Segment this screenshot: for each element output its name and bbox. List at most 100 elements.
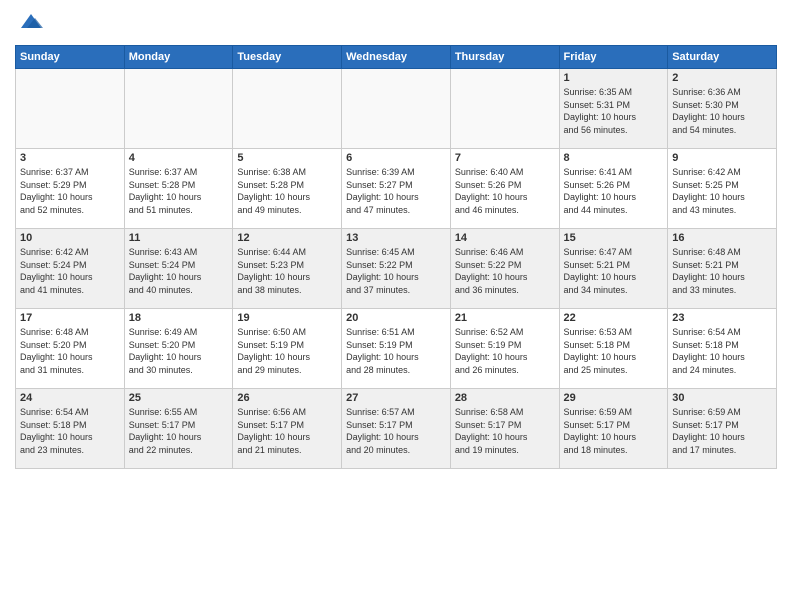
calendar-week-row: 17Sunrise: 6:48 AM Sunset: 5:20 PM Dayli… (16, 309, 777, 389)
calendar-week-row: 10 Sunrise: 6:42 AM Sunset: 5:24 PM Dayli… (16, 229, 777, 309)
day-info: Sunrise: 6:57 AM Sunset: 5:17 PM Dayligh… (346, 406, 446, 456)
day-number: 13 (346, 232, 446, 244)
calendar-table: SundayMondayTuesdayWednesdayThursdayFrid… (15, 45, 777, 469)
calendar-day-cell: 18 Sunrise: 6:49 AM Sunset: 5:20 PM Dayli… (124, 309, 233, 389)
day-info: Sunrise: 6:42 AM Sunset: 5:24 PM Dayligh… (20, 246, 120, 296)
day-info: Sunrise: 6:59 AM Sunset: 5:17 PM Dayligh… (672, 406, 772, 456)
calendar-day-cell (124, 69, 233, 149)
day-number: 20 (346, 312, 446, 324)
calendar-day-cell: 12 Sunrise: 6:44 AM Sunset: 5:23 PM Dayli… (233, 229, 342, 309)
day-info: Sunrise: 6:35 AM Sunset: 5:31 PM Dayligh… (564, 86, 664, 136)
day-number: 15 (564, 232, 664, 244)
calendar-day-cell: 9 Sunrise: 6:42 AM Sunset: 5:25 PM Daylig… (668, 149, 777, 229)
calendar-day-header: Thursday (450, 46, 559, 69)
day-number: 2 (672, 72, 772, 84)
calendar-day-cell: 23 Sunrise: 6:54 AM Sunset: 5:18 PM Dayli… (668, 309, 777, 389)
day-number: 10 (20, 232, 120, 244)
calendar-day-cell (233, 69, 342, 149)
calendar-day-cell (16, 69, 125, 149)
calendar-day-cell: 13 Sunrise: 6:45 AM Sunset: 5:22 PM Dayli… (342, 229, 451, 309)
day-info: Sunrise: 6:53 AM Sunset: 5:18 PM Dayligh… (564, 326, 664, 376)
calendar-day-cell: 1Sunrise: 6:35 AM Sunset: 5:31 PM Daylig… (559, 69, 668, 149)
day-number: 4 (129, 152, 229, 164)
calendar-day-header: Friday (559, 46, 668, 69)
day-info: Sunrise: 6:37 AM Sunset: 5:29 PM Dayligh… (20, 166, 120, 216)
day-info: Sunrise: 6:50 AM Sunset: 5:19 PM Dayligh… (237, 326, 337, 376)
calendar-week-row: 1Sunrise: 6:35 AM Sunset: 5:31 PM Daylig… (16, 69, 777, 149)
day-info: Sunrise: 6:47 AM Sunset: 5:21 PM Dayligh… (564, 246, 664, 296)
day-number: 21 (455, 312, 555, 324)
day-info: Sunrise: 6:46 AM Sunset: 5:22 PM Dayligh… (455, 246, 555, 296)
day-info: Sunrise: 6:42 AM Sunset: 5:25 PM Dayligh… (672, 166, 772, 216)
logo-icon (17, 10, 45, 32)
day-info: Sunrise: 6:54 AM Sunset: 5:18 PM Dayligh… (672, 326, 772, 376)
calendar-day-cell: 4 Sunrise: 6:37 AM Sunset: 5:28 PM Daylig… (124, 149, 233, 229)
day-number: 24 (20, 392, 120, 404)
day-info: Sunrise: 6:58 AM Sunset: 5:17 PM Dayligh… (455, 406, 555, 456)
calendar-day-cell: 29 Sunrise: 6:59 AM Sunset: 5:17 PM Dayli… (559, 389, 668, 469)
calendar-day-cell (342, 69, 451, 149)
day-number: 16 (672, 232, 772, 244)
day-info: Sunrise: 6:56 AM Sunset: 5:17 PM Dayligh… (237, 406, 337, 456)
day-number: 7 (455, 152, 555, 164)
day-info: Sunrise: 6:59 AM Sunset: 5:17 PM Dayligh… (564, 406, 664, 456)
calendar-day-header: Saturday (668, 46, 777, 69)
page: SundayMondayTuesdayWednesdayThursdayFrid… (0, 0, 792, 612)
day-number: 11 (129, 232, 229, 244)
calendar-header-row: SundayMondayTuesdayWednesdayThursdayFrid… (16, 46, 777, 69)
day-info: Sunrise: 6:41 AM Sunset: 5:26 PM Dayligh… (564, 166, 664, 216)
day-info: Sunrise: 6:37 AM Sunset: 5:28 PM Dayligh… (129, 166, 229, 216)
day-number: 30 (672, 392, 772, 404)
day-info: Sunrise: 6:52 AM Sunset: 5:19 PM Dayligh… (455, 326, 555, 376)
calendar-day-cell: 25Sunrise: 6:55 AM Sunset: 5:17 PM Dayli… (124, 389, 233, 469)
calendar-day-cell: 2 Sunrise: 6:36 AM Sunset: 5:30 PM Daylig… (668, 69, 777, 149)
day-info: Sunrise: 6:44 AM Sunset: 5:23 PM Dayligh… (237, 246, 337, 296)
day-info: Sunrise: 6:48 AM Sunset: 5:21 PM Dayligh… (672, 246, 772, 296)
day-number: 23 (672, 312, 772, 324)
calendar-day-cell: 11Sunrise: 6:43 AM Sunset: 5:24 PM Dayli… (124, 229, 233, 309)
day-number: 8 (564, 152, 664, 164)
logo-text (15, 10, 45, 37)
day-number: 9 (672, 152, 772, 164)
day-number: 27 (346, 392, 446, 404)
calendar-day-cell: 27 Sunrise: 6:57 AM Sunset: 5:17 PM Dayli… (342, 389, 451, 469)
calendar-day-cell: 8 Sunrise: 6:41 AM Sunset: 5:26 PM Daylig… (559, 149, 668, 229)
calendar-day-header: Sunday (16, 46, 125, 69)
day-number: 29 (564, 392, 664, 404)
day-number: 5 (237, 152, 337, 164)
calendar-day-cell: 5 Sunrise: 6:38 AM Sunset: 5:28 PM Daylig… (233, 149, 342, 229)
calendar-day-cell: 3 Sunrise: 6:37 AM Sunset: 5:29 PM Daylig… (16, 149, 125, 229)
header (15, 10, 777, 37)
day-info: Sunrise: 6:36 AM Sunset: 5:30 PM Dayligh… (672, 86, 772, 136)
calendar-day-cell: 20Sunrise: 6:51 AM Sunset: 5:19 PM Dayli… (342, 309, 451, 389)
calendar-day-cell: 19 Sunrise: 6:50 AM Sunset: 5:19 PM Dayli… (233, 309, 342, 389)
calendar-day-cell: 10 Sunrise: 6:42 AM Sunset: 5:24 PM Dayli… (16, 229, 125, 309)
day-number: 25 (129, 392, 229, 404)
day-number: 3 (20, 152, 120, 164)
calendar-day-cell: 16 Sunrise: 6:48 AM Sunset: 5:21 PM Dayli… (668, 229, 777, 309)
calendar-day-header: Wednesday (342, 46, 451, 69)
day-number: 28 (455, 392, 555, 404)
day-number: 12 (237, 232, 337, 244)
calendar-day-cell (450, 69, 559, 149)
calendar-day-cell: 24 Sunrise: 6:54 AM Sunset: 5:18 PM Dayli… (16, 389, 125, 469)
day-info: Sunrise: 6:39 AM Sunset: 5:27 PM Dayligh… (346, 166, 446, 216)
calendar-day-cell: 21 Sunrise: 6:52 AM Sunset: 5:19 PM Dayli… (450, 309, 559, 389)
calendar-day-cell: 17Sunrise: 6:48 AM Sunset: 5:20 PM Dayli… (16, 309, 125, 389)
calendar-day-cell: 26Sunrise: 6:56 AM Sunset: 5:17 PM Dayli… (233, 389, 342, 469)
day-number: 18 (129, 312, 229, 324)
day-info: Sunrise: 6:38 AM Sunset: 5:28 PM Dayligh… (237, 166, 337, 216)
calendar-day-cell: 22 Sunrise: 6:53 AM Sunset: 5:18 PM Dayli… (559, 309, 668, 389)
calendar-day-cell: 14Sunrise: 6:46 AM Sunset: 5:22 PM Dayli… (450, 229, 559, 309)
day-number: 19 (237, 312, 337, 324)
calendar-day-cell: 6 Sunrise: 6:39 AM Sunset: 5:27 PM Daylig… (342, 149, 451, 229)
day-number: 6 (346, 152, 446, 164)
day-number: 22 (564, 312, 664, 324)
day-info: Sunrise: 6:54 AM Sunset: 5:18 PM Dayligh… (20, 406, 120, 456)
day-info: Sunrise: 6:40 AM Sunset: 5:26 PM Dayligh… (455, 166, 555, 216)
day-info: Sunrise: 6:48 AM Sunset: 5:20 PM Dayligh… (20, 326, 120, 376)
day-info: Sunrise: 6:45 AM Sunset: 5:22 PM Dayligh… (346, 246, 446, 296)
day-info: Sunrise: 6:49 AM Sunset: 5:20 PM Dayligh… (129, 326, 229, 376)
logo (15, 10, 45, 37)
calendar-day-cell: 7 Sunrise: 6:40 AM Sunset: 5:26 PM Daylig… (450, 149, 559, 229)
